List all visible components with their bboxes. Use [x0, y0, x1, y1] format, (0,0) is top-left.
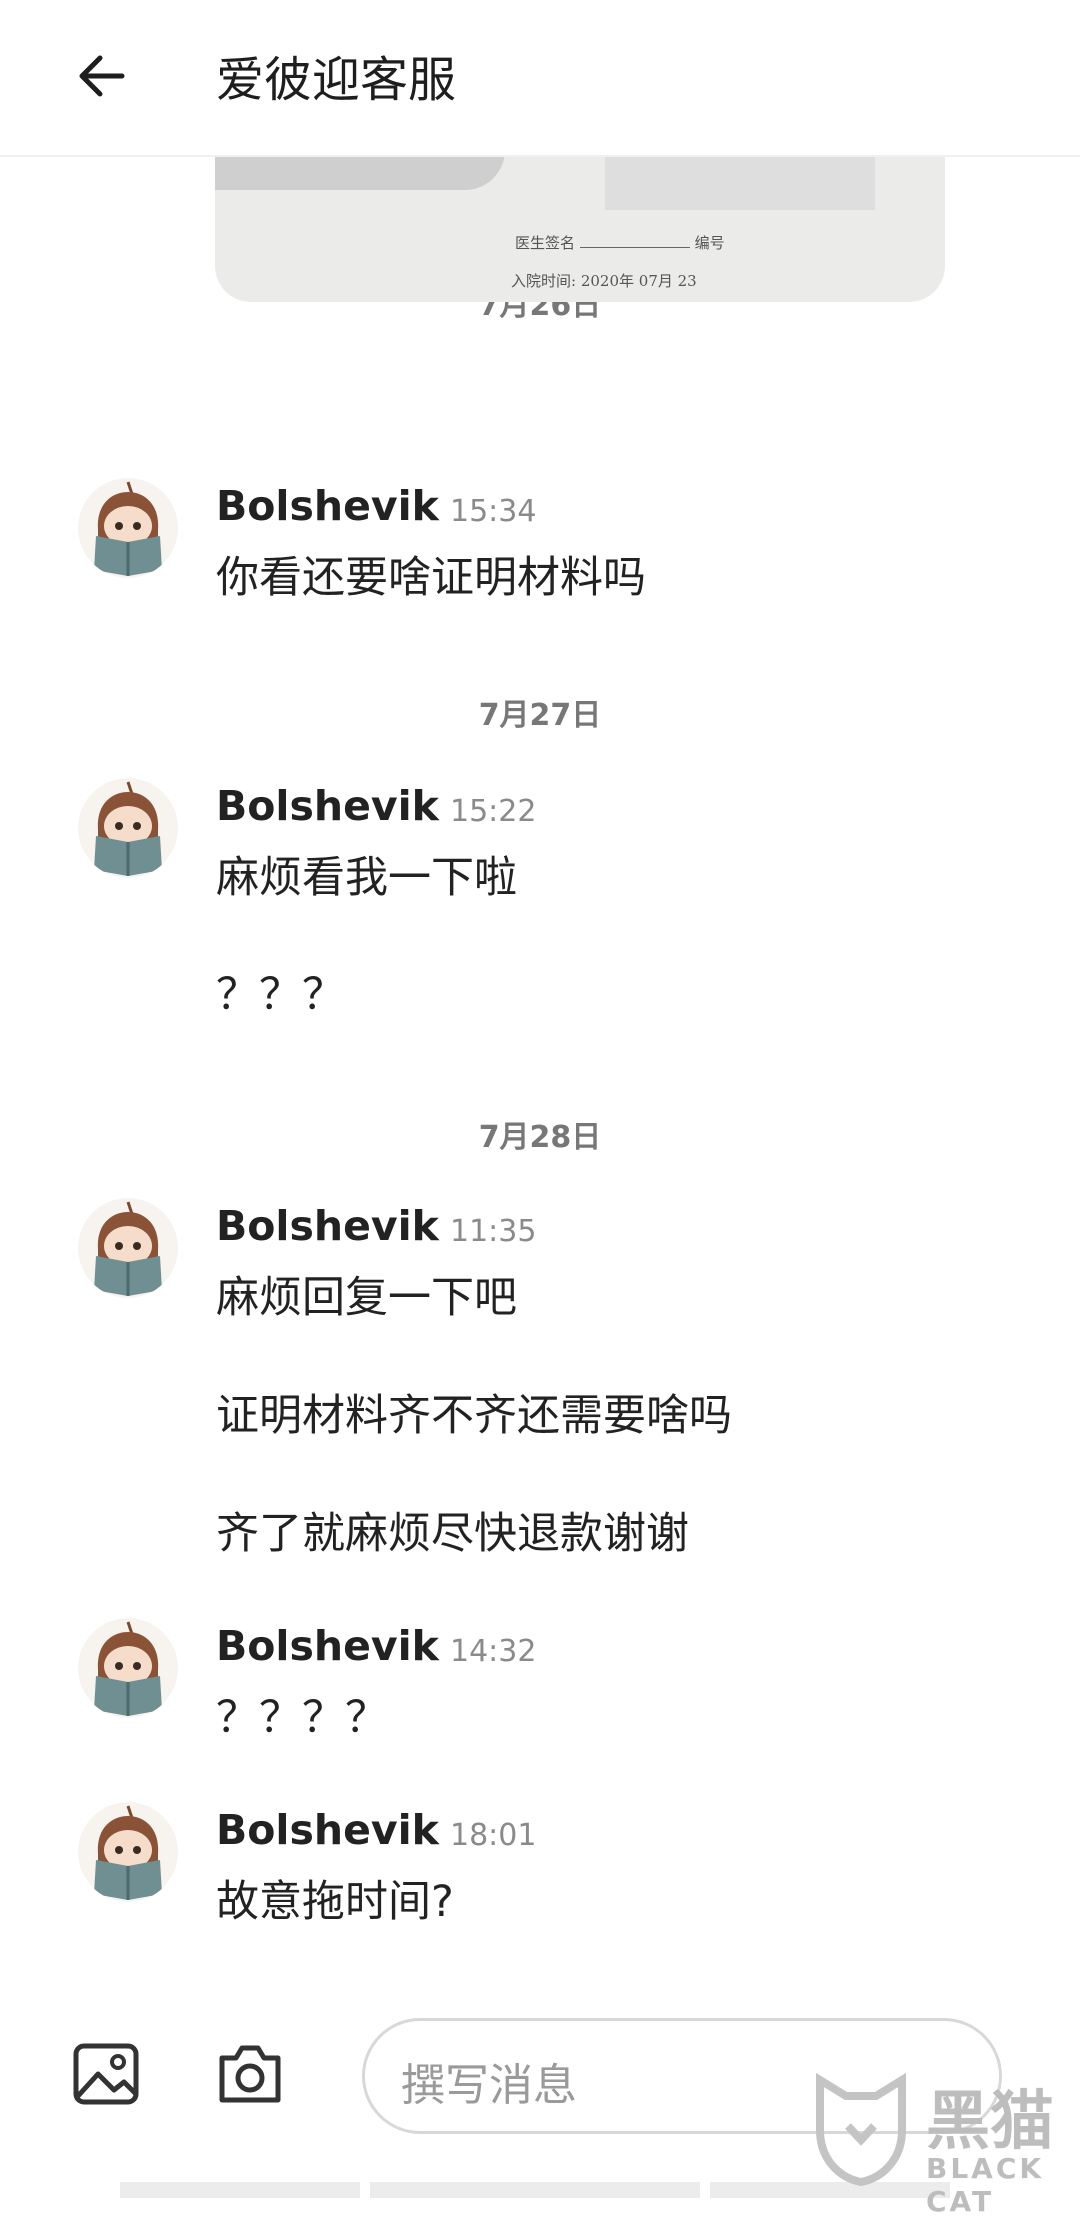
sender-name: Bolshevik [216, 782, 439, 830]
avatar[interactable] [78, 1618, 178, 1718]
message-input-placeholder: 撰写消息 [401, 2060, 577, 2111]
nav-bar-segment [370, 2182, 700, 2198]
message-time: 18:01 [450, 1818, 537, 1853]
message-time: 11:35 [450, 1214, 537, 1249]
date-separator: 7月27日 [478, 698, 602, 733]
sender-name: Bolshevik [216, 1202, 439, 1250]
back-arrow-icon[interactable] [72, 46, 132, 106]
sender-name: Bolshevik [216, 1806, 439, 1854]
date-separator: 7月28日 [478, 1120, 602, 1155]
avatar[interactable] [78, 1802, 178, 1902]
sender-name: Bolshevik [216, 482, 439, 530]
gallery-icon[interactable] [70, 2038, 142, 2110]
page-title: 爱彼迎客服 [216, 52, 457, 108]
message-time: 14:32 [450, 1634, 537, 1669]
message-text[interactable]: ？？？ [216, 960, 345, 1022]
sender-name: Bolshevik [216, 1622, 439, 1670]
message-text[interactable]: 你看还要啥证明材料吗 [216, 543, 646, 605]
message-text[interactable]: 齐了就麻烦尽快退款谢谢 [216, 1499, 689, 1561]
message-text[interactable]: 麻烦看我一下啦 [216, 843, 517, 905]
avatar[interactable] [78, 778, 178, 878]
message-time: 15:22 [450, 794, 537, 829]
camera-icon[interactable] [214, 2038, 286, 2110]
message-text[interactable]: 故意拖时间? [216, 1867, 454, 1929]
message-text[interactable]: 麻烦回复一下吧 [216, 1263, 517, 1325]
header: 爱彼迎客服 [0, 0, 1080, 157]
black-cat-logo: 黑猫 BLACK CAT [806, 2070, 1080, 2218]
message-text[interactable]: 证明材料齐不齐还需要啥吗 [216, 1381, 732, 1443]
message-time: 15:34 [450, 494, 537, 529]
message-text[interactable]: ？？？？ [216, 1683, 388, 1745]
avatar[interactable] [78, 1198, 178, 1298]
nav-bar-segment [120, 2182, 360, 2198]
avatar[interactable] [78, 478, 178, 578]
